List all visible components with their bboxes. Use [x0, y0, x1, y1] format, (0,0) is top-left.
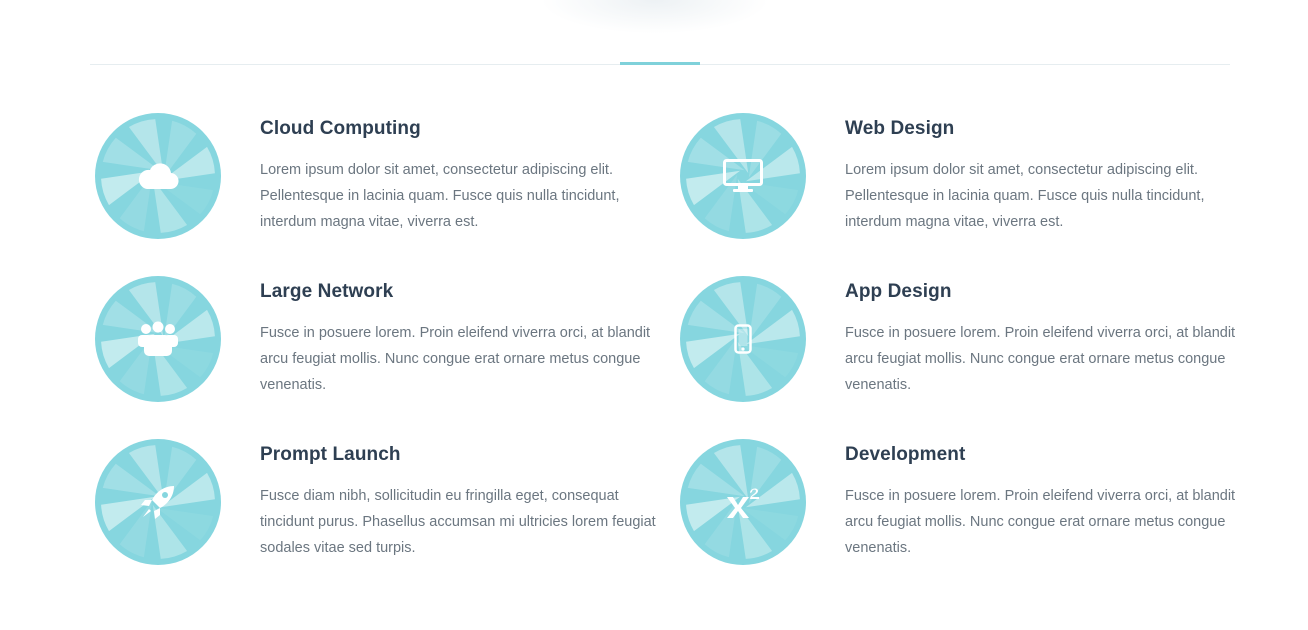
- superscript-icon: [680, 439, 806, 565]
- service-item-prompt-launch: Prompt Launch Fusce diam nibh, sollicitu…: [90, 439, 656, 569]
- service-icon-circle: [95, 276, 221, 402]
- service-description: Fusce diam nibh, sollicitudin eu fringil…: [260, 488, 656, 556]
- service-title: Cloud Computing: [260, 118, 421, 139]
- top-decorative-fade: [540, 0, 770, 34]
- rocket-icon: [95, 439, 221, 565]
- service-icon-circle: [680, 113, 806, 239]
- service-icon-circle: [95, 113, 221, 239]
- service-description: Lorem ipsum dolor sit amet, consectetur …: [260, 162, 620, 230]
- service-title: App Design: [845, 281, 952, 302]
- service-item-web-design: Web Design Lorem ipsum dolor sit amet, c…: [675, 113, 1235, 243]
- service-title: Prompt Launch: [260, 444, 401, 465]
- service-description: Lorem ipsum dolor sit amet, consectetur …: [845, 162, 1205, 230]
- service-description: Fusce in posuere lorem. Proin eleifend v…: [845, 488, 1236, 556]
- service-item-development: Development Fusce in posuere lorem. Proi…: [675, 439, 1235, 569]
- service-icon-circle: [680, 276, 806, 402]
- section-divider-accent: [620, 62, 700, 65]
- cloud-icon: [95, 113, 221, 239]
- users-group-icon: [95, 276, 221, 402]
- service-icon-circle: [95, 439, 221, 565]
- service-item-large-network: Large Network Fusce in posuere lorem. Pr…: [90, 276, 650, 406]
- service-item-app-design: App Design Fusce in posuere lorem. Proin…: [675, 276, 1235, 406]
- service-description: Fusce in posuere lorem. Proin eleifend v…: [260, 325, 651, 393]
- mobile-phone-icon: [680, 276, 806, 402]
- monitor-icon: [680, 113, 806, 239]
- service-title: Web Design: [845, 118, 955, 139]
- service-title: Large Network: [260, 281, 394, 302]
- service-description: Fusce in posuere lorem. Proin eleifend v…: [845, 325, 1236, 393]
- service-title: Development: [845, 444, 966, 465]
- service-item-cloud-computing: Cloud Computing Lorem ipsum dolor sit am…: [90, 113, 650, 243]
- service-icon-circle: [680, 439, 806, 565]
